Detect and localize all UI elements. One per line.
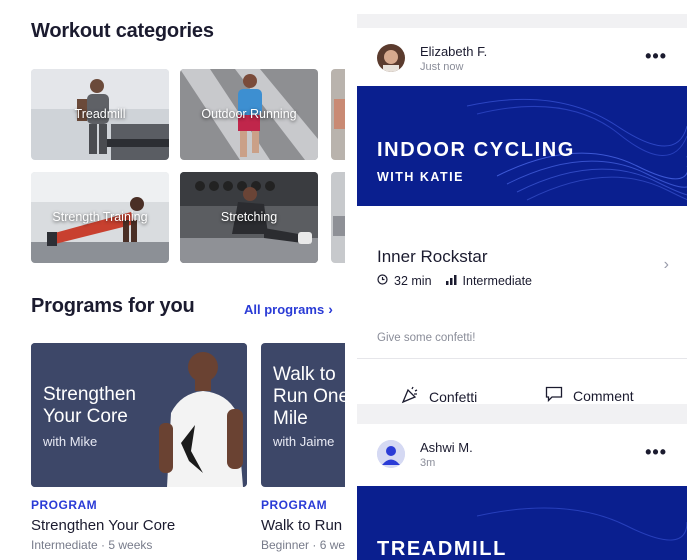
chevron-right-icon[interactable]: ›	[664, 256, 669, 274]
more-horizontal-icon[interactable]: •••	[645, 46, 667, 67]
category-treadmill[interactable]: Treadmill	[31, 69, 169, 160]
activity-feed: Elizabeth F. Just now ••• INDOOR CYCLING…	[357, 14, 687, 560]
discover-panel: Workout categories Treadmill Outdoor Run…	[0, 0, 345, 560]
confetti-prompt: Give some confetti!	[377, 332, 476, 344]
program-card-title: Strengthen Your Core	[43, 384, 136, 427]
workout-categories-title: Workout categories	[31, 20, 214, 42]
banner-subtitle: WITH KATIE	[377, 170, 464, 184]
level-bars-icon	[445, 274, 457, 288]
workout-level: Intermediate	[462, 274, 533, 288]
program-card-title: Walk to Run One Mile	[273, 364, 345, 429]
category-label: Strength Training	[52, 210, 148, 224]
category-peek-photo	[331, 172, 345, 263]
post-user-name[interactable]: Elizabeth F.	[420, 44, 487, 59]
program-card-core[interactable]: Strengthen Your Core with Mike	[31, 343, 247, 487]
category-peek-photo	[331, 69, 345, 160]
feed-post: Ashwi M. 3m ••• TREADMILL	[357, 424, 687, 560]
banner-title: TREADMILL	[377, 538, 507, 560]
divider	[357, 358, 687, 359]
avatar[interactable]	[377, 44, 405, 72]
more-horizontal-icon[interactable]: •••	[645, 442, 667, 463]
comment-button[interactable]: Comment	[545, 386, 634, 405]
confetti-icon	[401, 386, 419, 407]
program-name[interactable]: Walk to Run One Mile	[261, 517, 345, 534]
category-label: Treadmill	[74, 107, 126, 121]
post-timestamp: Just now	[420, 61, 464, 73]
clock-icon	[377, 274, 388, 288]
comment-label: Comment	[573, 387, 634, 404]
workout-meta: 32 min Intermediate	[377, 274, 532, 288]
category-peek-card[interactable]	[331, 172, 345, 263]
confetti-button[interactable]: Confetti	[401, 386, 477, 407]
banner-title: INDOOR CYCLING	[377, 139, 575, 161]
avatar-image	[377, 44, 405, 72]
post-user-name[interactable]: Ashwi M.	[420, 440, 473, 455]
program-meta: Intermediate · 5 weeks	[31, 538, 153, 552]
workout-banner[interactable]: TREADMILL	[357, 486, 687, 560]
category-stretching[interactable]: Stretching	[180, 172, 318, 263]
program-card-walk[interactable]: Walk to Run One Mile with Jaime	[261, 343, 345, 487]
chevron-right-icon: ›	[328, 301, 333, 317]
all-programs-label: All programs	[244, 302, 325, 317]
default-avatar-icon	[377, 440, 405, 468]
workout-banner[interactable]: INDOOR CYCLING WITH KATIE	[357, 86, 687, 206]
category-outdoor-running[interactable]: Outdoor Running	[180, 69, 318, 160]
category-label: Stretching	[220, 210, 278, 224]
avatar[interactable]	[377, 440, 405, 468]
workout-duration: 32 min	[394, 274, 432, 288]
category-label: Outdoor Running	[201, 107, 297, 121]
category-peek-card[interactable]	[331, 69, 345, 160]
program-meta: Beginner · 6 weeks	[261, 538, 345, 552]
feed-post: Elizabeth F. Just now ••• INDOOR CYCLING…	[357, 28, 687, 407]
clock-glyph	[377, 274, 388, 285]
confetti-label: Confetti	[429, 388, 478, 405]
programs-title: Programs for you	[31, 295, 195, 317]
level-bars-glyph	[445, 275, 457, 285]
program-tag: PROGRAM	[31, 498, 98, 512]
workout-title[interactable]: Inner Rockstar	[377, 247, 488, 267]
program-card-trainer: with Jaime	[273, 434, 335, 449]
comment-icon	[545, 386, 563, 405]
program-tag: PROGRAM	[261, 498, 328, 512]
program-card-trainer: with Mike	[43, 434, 98, 449]
confetti-glyph	[401, 386, 418, 404]
program-name[interactable]: Strengthen Your Core	[31, 517, 175, 534]
post-timestamp: 3m	[420, 457, 436, 469]
category-strength-training[interactable]: Strength Training	[31, 172, 169, 263]
all-programs-link[interactable]: All programs ›	[244, 301, 333, 317]
comment-glyph	[545, 386, 563, 403]
